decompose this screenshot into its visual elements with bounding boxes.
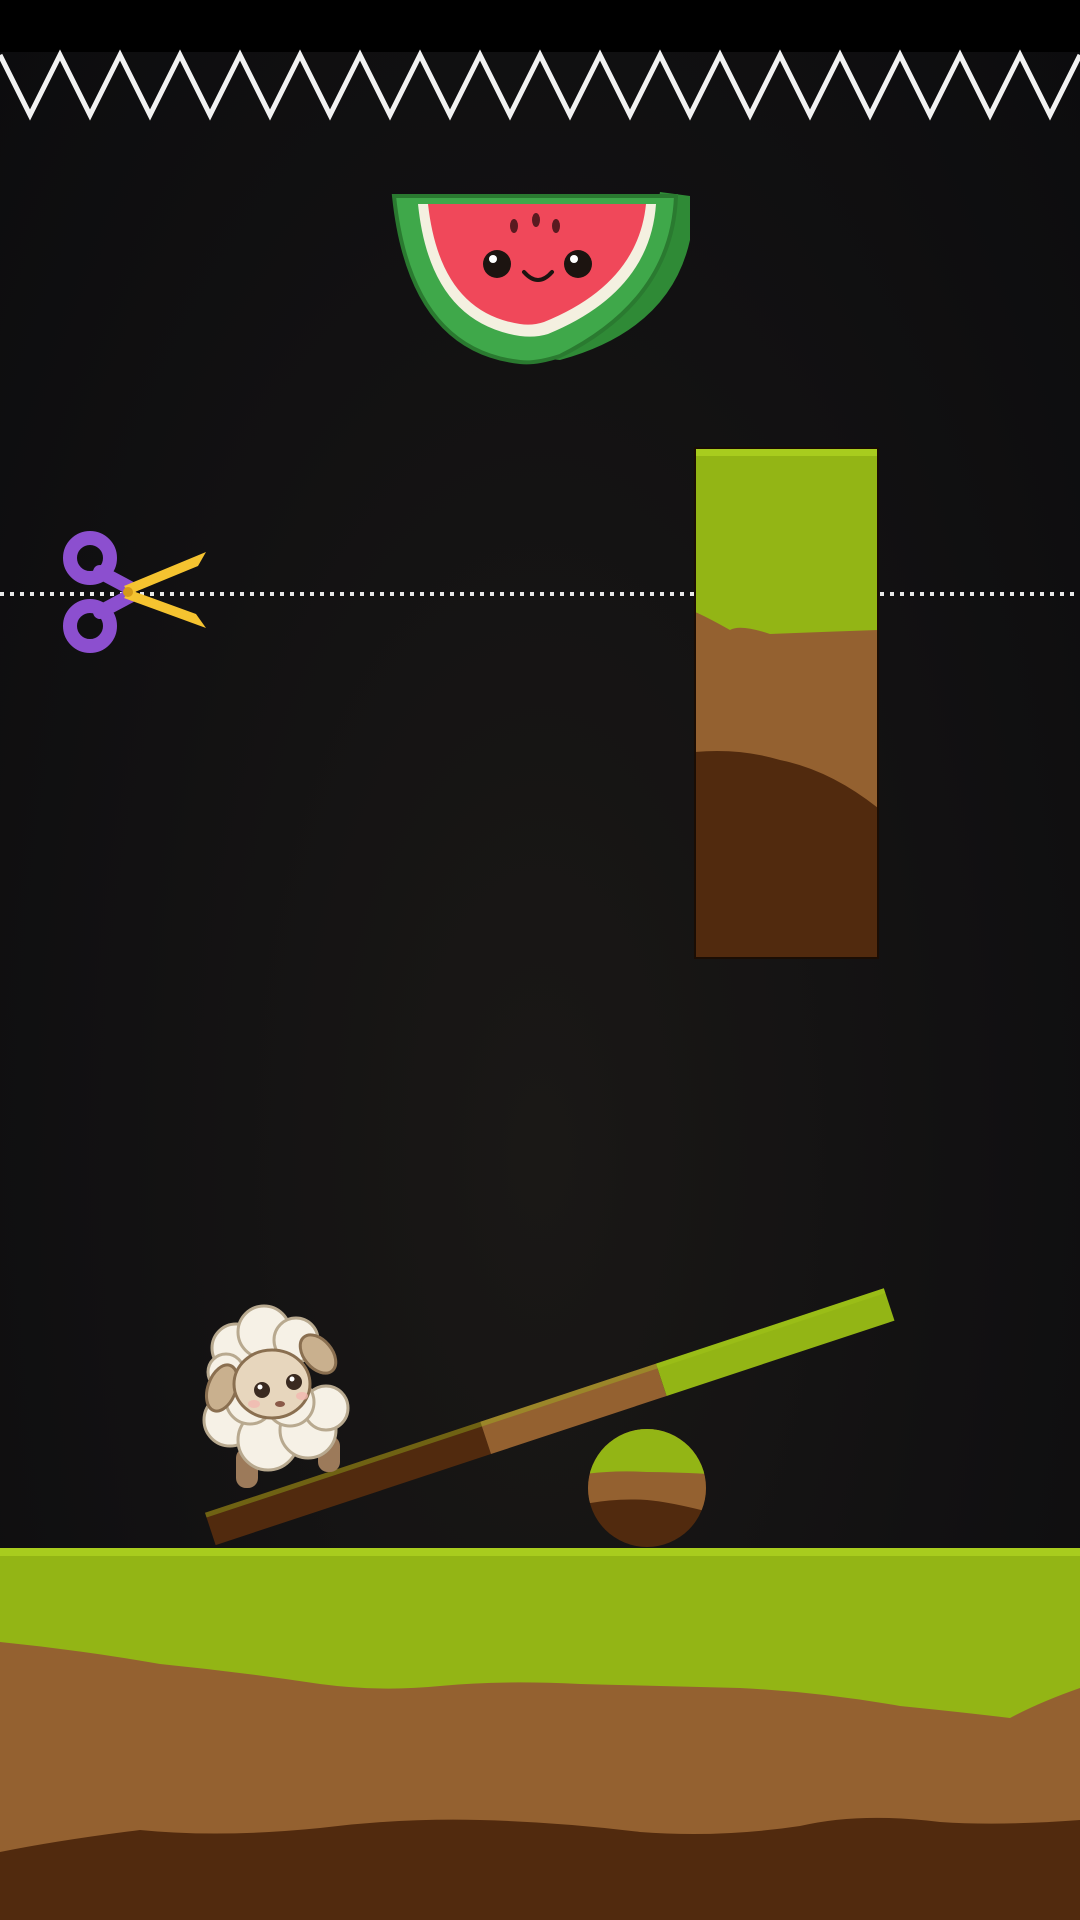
sheep [202,1304,350,1488]
grass-dirt-ball [588,1429,706,1547]
ground [0,1548,1080,1920]
watermelon [391,192,690,365]
watermelon-eye-left [483,250,511,278]
watermelon-seed [510,219,518,233]
watermelon-eye-right [564,250,592,278]
grass-dirt-pillar [695,448,878,958]
eye-shine [570,255,578,263]
watermelon-seed [552,219,560,233]
eye-shine [489,255,497,263]
spike-row [0,49,1080,121]
top-bar [0,0,1080,52]
game-scene [0,0,1080,1920]
watermelon-seed [532,213,540,227]
